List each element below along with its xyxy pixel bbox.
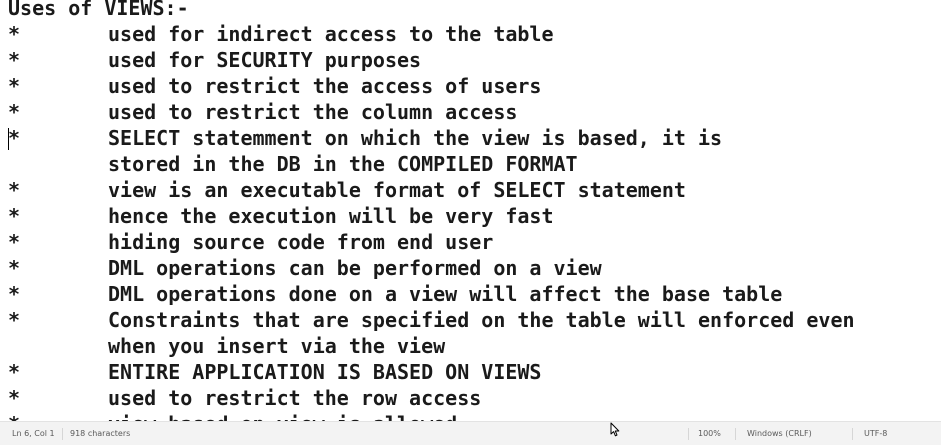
line-text: ENTIRE APPLICATION IS BASED ON VIEWS xyxy=(108,360,542,384)
line-text: used to restrict the row access xyxy=(108,386,482,410)
bullet-marker: * xyxy=(8,230,21,254)
character-count: 918 characters xyxy=(70,429,131,438)
text-line: * hence the execution will be very fast xyxy=(8,203,855,229)
text-line: * used to restrict the column access xyxy=(8,99,855,125)
line-text: when you insert via the view xyxy=(108,334,446,358)
bullet-marker: * xyxy=(8,256,21,280)
text-editor-area[interactable]: Uses of VIEWS:- * used for indirect access… xyxy=(0,0,941,421)
line-text: used for indirect access to the table xyxy=(108,22,554,46)
line-text: Constraints that are specified on the ta… xyxy=(108,308,855,332)
text-line: * view is an executable format of SELECT … xyxy=(8,177,855,203)
text-line: * SELECT statemment on which the view is … xyxy=(8,125,855,151)
bullet-marker: * xyxy=(8,282,21,306)
status-divider xyxy=(735,428,736,440)
text-line: * used for indirect access to the table xyxy=(8,21,855,47)
bullet-marker: * xyxy=(8,386,21,410)
encoding-indicator[interactable]: UTF-8 xyxy=(864,429,887,438)
text-line: * used to restrict the row access xyxy=(8,385,855,411)
bullet-marker: * xyxy=(8,178,21,202)
bullet-marker: * xyxy=(8,308,21,332)
status-bar: Ln 6, Col 1 918 characters 100% Windows … xyxy=(0,421,941,445)
bullet-marker: * xyxy=(8,22,21,46)
bullet-marker: * xyxy=(8,48,21,72)
line-text: DML operations done on a view will affec… xyxy=(108,282,783,306)
text-line: Uses of VIEWS:- xyxy=(8,0,855,21)
line-text: stored in the DB in the COMPILED FORMAT xyxy=(108,152,578,176)
bullet-marker: * xyxy=(8,411,108,421)
line-text: view based on view is allowed xyxy=(108,411,457,421)
text-line: * DML operations done on a view will affe… xyxy=(8,281,855,307)
text-caret xyxy=(8,128,9,150)
text-line: *view based on view is allowed xyxy=(8,411,855,421)
document-text: Uses of VIEWS:- * used for indirect access… xyxy=(8,0,855,421)
status-divider xyxy=(852,428,853,440)
line-text: hiding source code from end user xyxy=(108,230,494,254)
line-text: hence the execution will be very fast xyxy=(108,204,554,228)
cursor-position: Ln 6, Col 1 xyxy=(12,429,55,438)
bullet-marker: * xyxy=(8,126,21,150)
zoom-level[interactable]: 100% xyxy=(698,429,721,438)
text-line: * Constraints that are specified on the t… xyxy=(8,307,855,333)
line-text: used for SECURITY purposes xyxy=(108,48,422,72)
line-ending-indicator[interactable]: Windows (CRLF) xyxy=(747,429,812,438)
line-text: used to restrict the column access xyxy=(108,100,518,124)
mouse-pointer-icon xyxy=(610,422,620,437)
text-line: * DML operations can be performed on a vi… xyxy=(8,255,855,281)
bullet-marker: * xyxy=(8,100,21,124)
line-text: SELECT statemment on which the view is b… xyxy=(108,126,723,150)
line-text: used to restrict the access of users xyxy=(108,74,542,98)
bullet-marker: * xyxy=(8,360,21,384)
text-line: * used to restrict the access of users xyxy=(8,73,855,99)
text-line: stored in the DB in the COMPILED FORMAT xyxy=(8,151,855,177)
bullet-marker: * xyxy=(8,204,21,228)
document-heading: Uses of VIEWS:- xyxy=(8,0,189,20)
status-divider xyxy=(62,428,63,440)
text-line: * hiding source code from end user xyxy=(8,229,855,255)
line-text: view is an executable format of SELECT s… xyxy=(108,178,686,202)
status-divider xyxy=(688,428,689,440)
text-line: * used for SECURITY purposes xyxy=(8,47,855,73)
text-line: * ENTIRE APPLICATION IS BASED ON VIEWS xyxy=(8,359,855,385)
bullet-marker: * xyxy=(8,74,21,98)
text-line: when you insert via the view xyxy=(8,333,855,359)
line-text: DML operations can be performed on a vie… xyxy=(108,256,602,280)
